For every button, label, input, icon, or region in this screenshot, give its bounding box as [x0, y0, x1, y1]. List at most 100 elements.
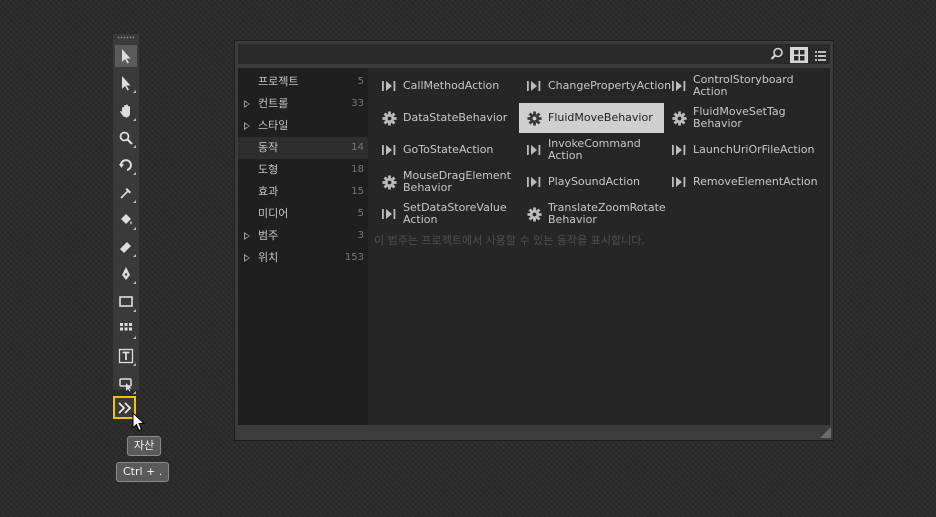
- tool-rectangle-button[interactable]: [115, 291, 137, 313]
- asset-item-name: CallMethodAction: [403, 79, 500, 92]
- pan-icon: [120, 104, 130, 118]
- action-icon: [527, 145, 541, 155]
- tools-panel: [113, 34, 139, 394]
- asset-item-icon: [525, 77, 543, 95]
- category-count: 14: [351, 142, 364, 153]
- asset-item-icon: [525, 141, 543, 159]
- action-icon: [382, 81, 396, 91]
- asset-item-name: InvokeCommand Action: [548, 137, 641, 162]
- action-icon: [527, 177, 541, 187]
- category-count: 3: [357, 230, 364, 241]
- tool-flyout-indicator: [133, 363, 136, 367]
- search-icon[interactable]: [770, 47, 784, 61]
- tool-flyout-indicator: [133, 336, 136, 339]
- grid-view-icon: [793, 49, 804, 60]
- asset-item[interactable]: CallMethodAction: [374, 71, 519, 101]
- tool-control-button[interactable]: [115, 373, 137, 395]
- asset-item[interactable]: ControlStoryboard Action: [664, 71, 809, 101]
- category-count: 15: [351, 186, 364, 197]
- category-label: 프로젝트: [258, 75, 299, 88]
- asset-item[interactable]: TranslateZoomRotate Behavior: [519, 199, 666, 229]
- asset-item-icon: [670, 77, 688, 95]
- mouse-cursor-icon: [132, 412, 145, 432]
- category-item[interactable]: 위치 153: [238, 247, 368, 269]
- category-label: 도형: [258, 163, 279, 176]
- direct-selection-icon: [122, 76, 131, 91]
- tool-flyout-indicator: [133, 390, 136, 394]
- camera-orbit-icon: [119, 159, 132, 172]
- expand-arrow-icon[interactable]: [244, 232, 250, 240]
- assets-panel: 프로젝트 5 컨트롤 33 스타일동작 14 도형 18 효과 15 미디어 5 범주 3 위치 153 Ca…: [234, 40, 834, 441]
- tool-direct-selection-button[interactable]: [115, 72, 137, 94]
- behavior-gear-icon: [526, 110, 542, 126]
- asset-item-icon: [380, 141, 398, 159]
- asset-item[interactable]: PlaySoundAction: [519, 167, 664, 197]
- asset-item[interactable]: FluidMoveBehavior: [519, 103, 664, 133]
- tool-flyout-indicator: [133, 308, 136, 312]
- asset-item[interactable]: GoToStateAction: [374, 135, 519, 165]
- category-item[interactable]: 스타일: [238, 115, 368, 137]
- tool-camera-orbit-button[interactable]: [115, 154, 137, 176]
- asset-item-icon: [380, 77, 398, 95]
- expand-arrow-icon[interactable]: [244, 100, 250, 108]
- toolbar-grip[interactable]: [117, 36, 135, 39]
- category-count: 5: [357, 76, 364, 87]
- category-item[interactable]: 미디어 5: [238, 203, 368, 225]
- asset-item-name: DataStateBehavior: [403, 111, 508, 124]
- action-icon: [382, 209, 396, 219]
- category-count: 5: [357, 208, 364, 219]
- double-chevron-right-icon: [117, 401, 131, 414]
- tool-grid-layout-button[interactable]: [115, 318, 137, 340]
- asset-item-icon: [525, 205, 543, 223]
- asset-item[interactable]: FluidMoveSetTag Behavior: [664, 103, 809, 133]
- asset-item[interactable]: InvokeCommand Action: [519, 135, 664, 165]
- asset-item[interactable]: ChangePropertyAction: [519, 71, 671, 101]
- tool-gradient-button[interactable]: [115, 236, 137, 258]
- tool-eyedropper-button[interactable]: [115, 182, 137, 204]
- category-item[interactable]: 효과 15: [238, 181, 368, 203]
- asset-item-name: TranslateZoomRotate Behavior: [548, 201, 666, 226]
- asset-item[interactable]: DataStateBehavior: [374, 103, 519, 133]
- tool-pan-button[interactable]: [115, 100, 137, 122]
- tool-zoom-button[interactable]: [115, 127, 137, 149]
- category-item[interactable]: 도형 18: [238, 159, 368, 181]
- list-view-icon: [814, 50, 826, 61]
- category-item[interactable]: 프로젝트 5: [238, 71, 368, 93]
- tool-paint-bucket-button[interactable]: [115, 209, 137, 231]
- category-item[interactable]: 범주 3: [238, 225, 368, 247]
- tool-selection-button[interactable]: [115, 45, 137, 67]
- category-count: 18: [351, 164, 364, 175]
- tool-flyout-indicator: [133, 90, 136, 94]
- behavior-gear-icon: [381, 110, 397, 126]
- category-label: 동작: [258, 141, 279, 154]
- asset-item-icon: [380, 205, 398, 223]
- asset-item[interactable]: MouseDragElement Behavior: [374, 167, 519, 197]
- asset-item-icon: [380, 173, 398, 191]
- zoom-icon: [119, 131, 133, 145]
- asset-item[interactable]: SetDataStoreValue Action: [374, 199, 519, 229]
- shortcut-tooltip: Ctrl + .: [116, 462, 170, 482]
- search-input[interactable]: [242, 46, 766, 64]
- category-item[interactable]: 컨트롤 33: [238, 93, 368, 115]
- asset-item-name: MouseDragElement Behavior: [403, 169, 511, 194]
- grid-layout-icon: [120, 323, 132, 331]
- pen-icon: [122, 267, 130, 281]
- asset-item[interactable]: LaunchUriOrFileAction: [664, 135, 815, 165]
- behavior-gear-icon: [526, 206, 542, 222]
- grid-view-button[interactable]: [790, 47, 808, 63]
- asset-item-name: ChangePropertyAction: [548, 79, 672, 92]
- action-icon: [672, 81, 686, 91]
- tool-text-block-button[interactable]: [115, 345, 137, 367]
- tool-pen-button[interactable]: [115, 263, 137, 285]
- expand-arrow-icon[interactable]: [244, 254, 250, 262]
- expand-arrow-icon[interactable]: [244, 122, 250, 130]
- category-label: 효과: [258, 185, 279, 198]
- asset-item[interactable]: RemoveElementAction: [664, 167, 818, 197]
- list-view-button[interactable]: [811, 47, 829, 63]
- asset-item-icon: [670, 141, 688, 159]
- category-item[interactable]: 동작 14: [238, 137, 368, 159]
- rectangle-icon: [119, 295, 133, 307]
- resize-grip-icon[interactable]: [820, 427, 831, 438]
- asset-item-icon: [670, 109, 688, 127]
- asset-item-name: SetDataStoreValue Action: [403, 201, 507, 226]
